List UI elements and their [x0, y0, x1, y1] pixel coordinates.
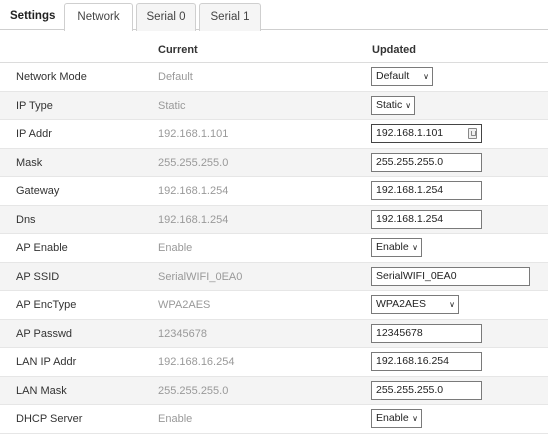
lan-ip-addr-label: LAN IP Addr	[16, 356, 77, 368]
gateway-input-value: 192.168.1.254	[376, 184, 444, 196]
ip-addr-label: IP Addr	[16, 128, 52, 140]
lan-ip-addr-current-value: 192.168.16.254	[158, 356, 235, 368]
table-header: Current Updated	[0, 30, 548, 63]
dns-input-value: 192.168.1.254	[376, 212, 444, 225]
table-row: Network Mode Default Default ∨	[0, 63, 548, 92]
table-row: AP SSID SerialWIFI_0EA0 SerialWIFI_0EA0	[0, 262, 548, 291]
ap-enable-label: AP Enable	[16, 242, 68, 254]
ap-enctype-current-value: WPA2AES	[158, 299, 211, 311]
settings-table: Current Updated Network Mode Default Defau…	[0, 30, 548, 434]
chevron-down-icon: ∨	[412, 243, 418, 252]
table-row: IP Addr 192.168.1.101 192.168.1.101	[0, 120, 548, 149]
column-header-updated: Updated	[372, 44, 416, 56]
dns-label: Dns	[16, 213, 36, 226]
tab-bar: Settings Network Serial 0 Serial 1	[0, 0, 548, 31]
network-mode-select[interactable]: Default ∨	[371, 67, 433, 86]
lan-ip-addr-input-value: 192.168.16.254	[376, 355, 449, 367]
dhcp-server-select[interactable]: Enable ∨	[371, 409, 422, 428]
chevron-down-icon: ∨	[423, 72, 429, 81]
table-row: AP EncType WPA2AES WPA2AES ∨	[0, 291, 548, 320]
ap-ssid-input[interactable]: SerialWIFI_0EA0	[371, 266, 530, 286]
ip-type-current-value: Static	[158, 99, 186, 112]
ap-ssid-label: AP SSID	[16, 270, 60, 283]
tab-serial-0[interactable]: Serial 0	[136, 3, 196, 31]
ap-enable-current-value: Enable	[158, 242, 193, 254]
column-header-current: Current	[158, 44, 198, 56]
mask-input-value: 255.255.255.0	[376, 155, 444, 168]
tab-serial-1-label: Serial 1	[210, 11, 250, 23]
table-row: Mask 255.255.255.0 255.255.255.0	[0, 148, 548, 177]
ip-type-select[interactable]: Static ∨	[371, 95, 415, 115]
mask-input[interactable]: 255.255.255.0	[371, 152, 482, 172]
network-mode-select-value: Default	[376, 70, 410, 82]
table-row: AP Enable Enable Enable ∨	[0, 234, 548, 263]
ap-enable-select-value: Enable	[376, 241, 409, 253]
chevron-down-icon: ∨	[412, 414, 418, 423]
dhcp-server-select-value: Enable	[376, 412, 409, 424]
table-row: LAN Mask 255.255.255.0 255.255.255.0	[0, 376, 548, 405]
dns-input[interactable]: 192.168.1.254	[371, 209, 482, 229]
table-row: AP Passwd 12345678 12345678	[0, 319, 548, 348]
ap-passwd-current-value: 12345678	[158, 327, 207, 340]
network-mode-label: Network Mode	[16, 71, 87, 83]
lan-mask-current-value: 255.255.255.0	[158, 384, 229, 397]
table-row: IP Type Static Static ∨	[0, 91, 548, 120]
dns-current-value: 192.168.1.254	[158, 213, 229, 226]
tab-serial-1[interactable]: Serial 1	[199, 3, 261, 31]
ap-passwd-input[interactable]: 12345678	[371, 323, 482, 343]
lan-mask-input-value: 255.255.255.0	[376, 383, 444, 396]
dhcp-server-label: DHCP Server	[16, 413, 83, 425]
ip-type-select-value: Static	[376, 98, 403, 111]
gateway-current-value: 192.168.1.254	[158, 185, 229, 197]
table-row: DHCP Server Enable Enable ∨	[0, 405, 548, 434]
ap-enctype-label: AP EncType	[16, 299, 77, 311]
lan-mask-input[interactable]: 255.255.255.0	[371, 380, 482, 400]
tab-serial-0-label: Serial 0	[146, 11, 186, 23]
ap-ssid-current-value: SerialWIFI_0EA0	[158, 270, 243, 283]
lan-ip-addr-input[interactable]: 192.168.16.254	[371, 352, 482, 371]
lan-mask-label: LAN Mask	[16, 384, 67, 397]
chevron-down-icon: ∨	[405, 100, 412, 110]
gateway-label: Gateway	[16, 185, 60, 197]
ip-addr-current-value: 192.168.1.101	[158, 128, 229, 140]
settings-title: Settings	[10, 10, 56, 22]
table-row: Dns 192.168.1.254 192.168.1.254	[0, 205, 548, 234]
network-mode-current-value: Default	[158, 71, 193, 83]
ip-type-label: IP Type	[16, 99, 53, 112]
ap-enable-select[interactable]: Enable ∨	[371, 238, 422, 257]
ap-enctype-select-value: WPA2AES	[376, 298, 426, 310]
ip-addr-input-value: 192.168.1.101	[376, 127, 444, 139]
gateway-input[interactable]: 192.168.1.254	[371, 181, 482, 200]
ap-enctype-select[interactable]: WPA2AES ∨	[371, 295, 459, 314]
table-row: Gateway 192.168.1.254 192.168.1.254	[0, 177, 548, 206]
ap-passwd-label: AP Passwd	[16, 327, 73, 340]
password-manager-icon[interactable]	[468, 128, 477, 139]
mask-current-value: 255.255.255.0	[158, 156, 229, 169]
tab-network[interactable]: Network	[64, 3, 133, 31]
chevron-down-icon: ∨	[449, 300, 455, 309]
dhcp-server-current-value: Enable	[158, 413, 193, 425]
ap-passwd-input-value: 12345678	[376, 326, 423, 339]
table-row: LAN IP Addr 192.168.16.254 192.168.16.254	[0, 348, 548, 377]
tab-network-label: Network	[77, 11, 120, 23]
ap-ssid-input-value: SerialWIFI_0EA0	[376, 269, 457, 282]
ip-addr-input[interactable]: 192.168.1.101	[371, 124, 482, 143]
mask-label: Mask	[16, 156, 43, 169]
